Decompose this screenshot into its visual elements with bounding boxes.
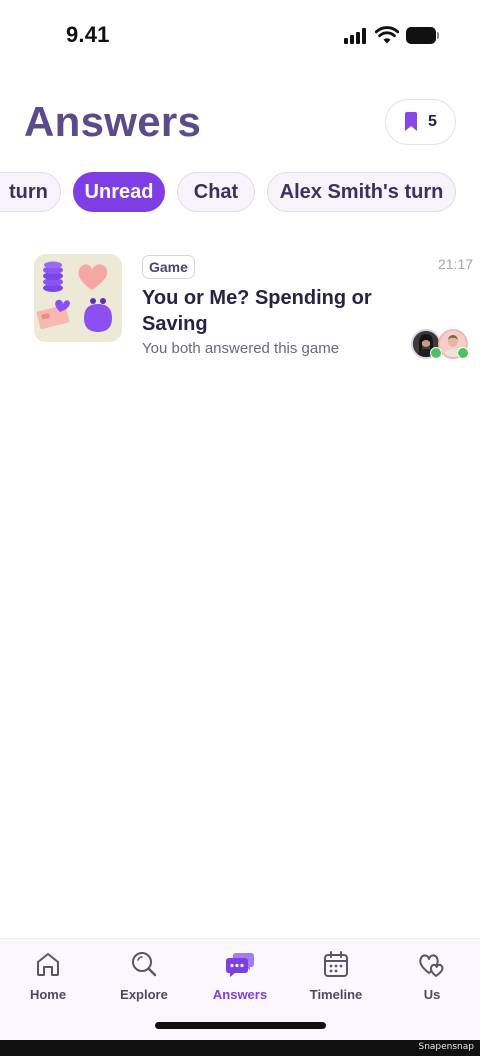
- filter-chip-turn[interactable]: turn: [0, 172, 61, 212]
- tab-label: Answers: [212, 987, 268, 1002]
- watermark-bar: Snapensnap: [0, 1040, 480, 1056]
- wifi-icon: [375, 26, 399, 44]
- tab-label: Home: [29, 987, 67, 1002]
- participants-avatars: [411, 329, 471, 361]
- watermark: Snapensnap: [418, 1042, 474, 1052]
- filter-chips: turn Unread Chat Alex Smith's turn: [0, 172, 480, 214]
- signal-icon: [344, 28, 368, 44]
- status-time: 9.41: [66, 22, 110, 47]
- bookmark-icon: [405, 112, 418, 131]
- item-title: You or Me? Spending or Saving: [142, 287, 372, 335]
- item-subtitle: You both answered this game: [142, 340, 340, 357]
- answered-check-icon: [430, 347, 442, 359]
- filter-chip-unread[interactable]: Unread: [73, 172, 165, 212]
- money-illustration-icon: [36, 261, 112, 332]
- hearts-icon: [419, 954, 444, 977]
- calendar-icon: [324, 951, 348, 977]
- answered-check-icon: [457, 347, 469, 359]
- home-indicator[interactable]: [155, 1022, 326, 1029]
- bookmark-count: 5: [428, 113, 437, 130]
- answers-screen: 9.41 Answers 5 turn Unread Chat Alex Smi…: [0, 0, 480, 1056]
- page-title: Answers: [24, 98, 202, 145]
- tab-us[interactable]: Us: [384, 949, 480, 1009]
- list-item[interactable]: Game 21:17 You or Me? Spending or Saving…: [0, 240, 480, 370]
- tab-label: Timeline: [309, 987, 363, 1002]
- home-icon: [37, 953, 59, 976]
- filter-chip-alex-smiths-turn[interactable]: Alex Smith's turn: [267, 172, 456, 212]
- tab-home[interactable]: Home: [0, 949, 96, 1009]
- status-bar: 9.41: [0, 0, 480, 70]
- game-thumbnail: [34, 254, 122, 342]
- tab-timeline[interactable]: Timeline: [288, 949, 384, 1009]
- tab-label: Explore: [120, 987, 168, 1002]
- tab-answers[interactable]: Answers: [192, 949, 288, 1009]
- tab-explore[interactable]: Explore: [96, 949, 192, 1009]
- saved-bookmarks-button[interactable]: 5: [385, 99, 456, 145]
- search-icon: [132, 952, 157, 977]
- battery-icon: [406, 27, 439, 44]
- tab-label: Us: [423, 987, 441, 1002]
- chat-bubbles-icon: [226, 953, 254, 977]
- filter-chip-chat[interactable]: Chat: [177, 172, 255, 212]
- item-timestamp: 21:17: [438, 256, 474, 272]
- category-tag: Game: [142, 255, 195, 279]
